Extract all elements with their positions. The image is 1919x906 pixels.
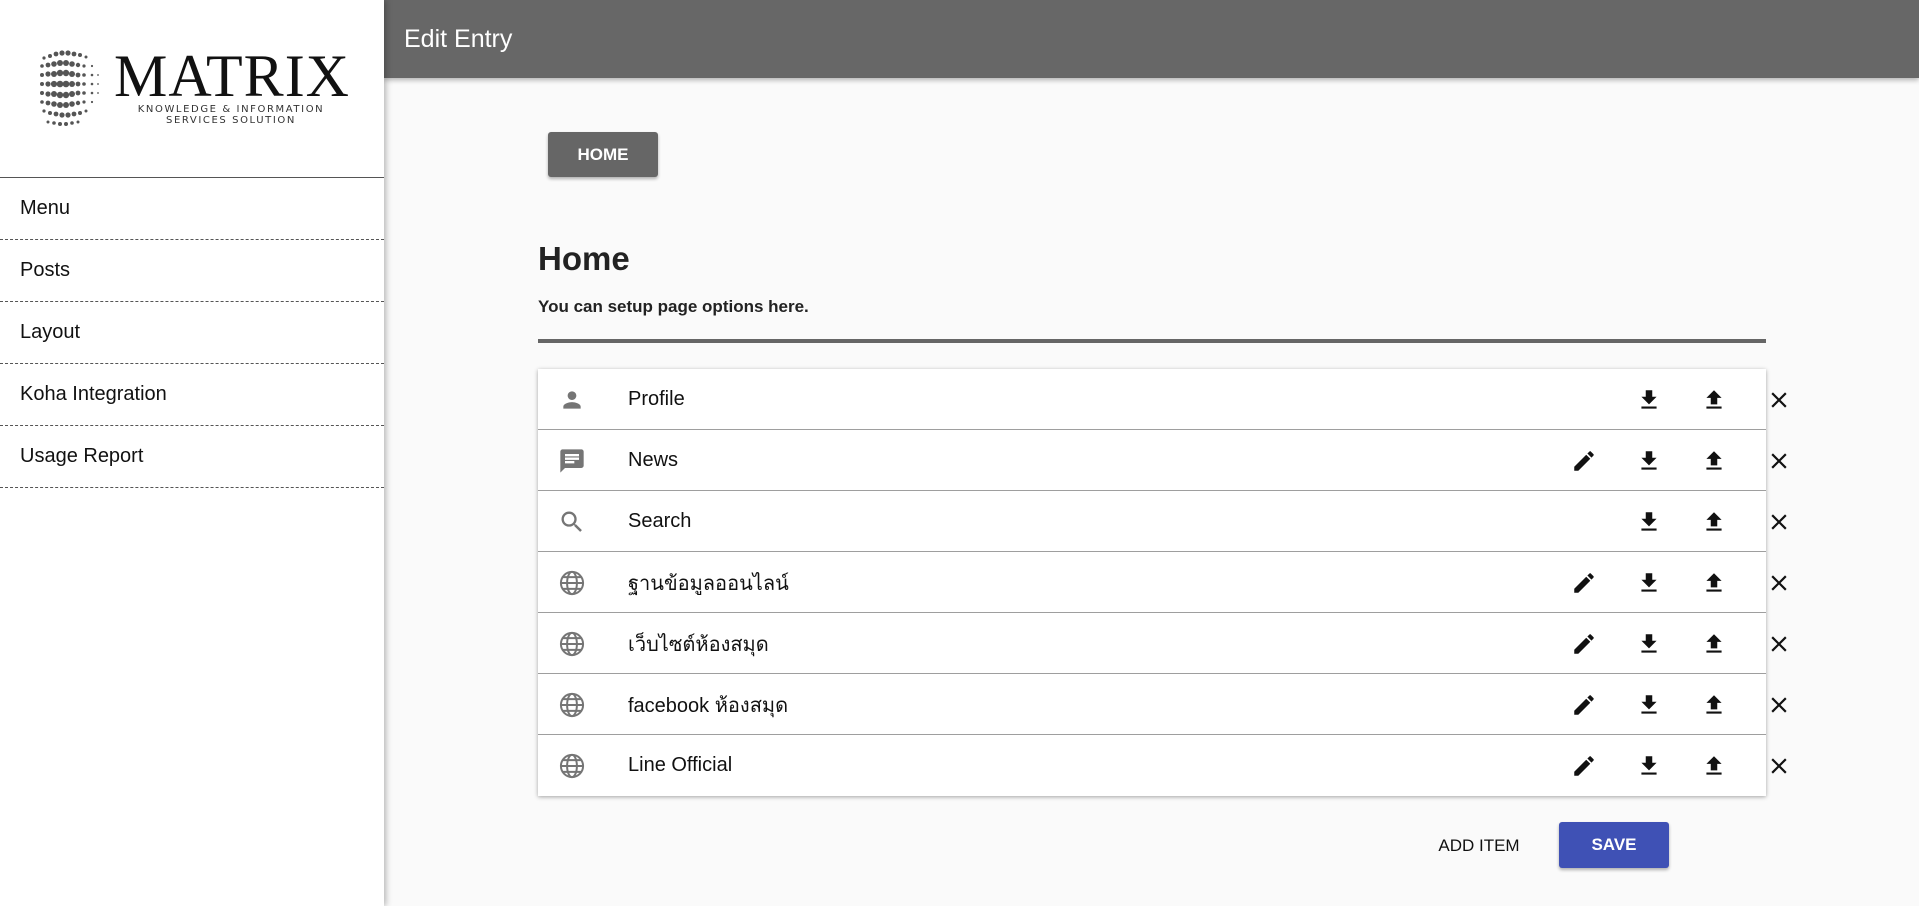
list-item-label: News [628,449,679,471]
sidebar-item-menu[interactable]: Menu [0,178,384,240]
move-down-icon[interactable] [1634,690,1664,720]
move-up-icon[interactable] [1699,690,1729,720]
delete-icon[interactable] [1764,568,1794,598]
delete-icon[interactable] [1764,629,1794,659]
logo-tagline-line-2: SERVICES SOLUTION [166,115,296,126]
delete-icon[interactable] [1764,507,1794,537]
sidebar-item-layout[interactable]: Layout [0,302,384,364]
move-down-icon[interactable] [1634,568,1664,598]
logo-tagline-line-1: KNOWLEDGE & INFORMATION [137,104,325,115]
add-item-button[interactable]: ADD ITEM [1424,823,1534,869]
list-item-label: ฐานข้อมูลออนไลน์ [628,572,789,595]
move-down-icon[interactable] [1634,446,1664,476]
logo-tagline: KNOWLEDGE & INFORMATION SERVICES SOLUTIO… [114,104,348,126]
main-content: HOME Home You can setup page options her… [384,78,1919,906]
list-item: Line Official [538,735,1787,796]
move-up-icon[interactable] [1699,507,1729,537]
save-button[interactable]: SAVE [1559,822,1669,868]
list-item: เว็บไซต์ห้องสมุด [538,613,1787,674]
delete-icon[interactable] [1764,751,1794,781]
move-down-icon[interactable] [1634,507,1664,537]
home-button[interactable]: HOME [548,132,658,177]
search-icon [558,508,586,536]
logo-dots-icon [40,50,99,126]
move-down-icon[interactable] [1634,629,1664,659]
edit-icon[interactable] [1569,751,1599,781]
sidebar-item-posts[interactable]: Posts [0,240,384,302]
edit-icon[interactable] [1569,446,1599,476]
list-item-label: Line Official [628,754,733,776]
list-item: News [538,430,1787,491]
divider [538,339,1766,343]
page-subtitle: You can setup page options here. [538,297,809,316]
delete-icon[interactable] [1764,690,1794,720]
move-up-icon[interactable] [1699,629,1729,659]
globe-icon [558,630,586,658]
list-item-label: เว็บไซต์ห้องสมุด [628,633,769,656]
globe-icon [558,569,586,597]
edit-icon[interactable] [1569,568,1599,598]
entry-list: Profile News Search ฐานข้อมูลออนไลน์ เว็… [538,369,1787,796]
list-item: Search [538,491,1787,552]
move-up-icon[interactable] [1699,751,1729,781]
move-up-icon[interactable] [1699,446,1729,476]
move-down-icon[interactable] [1634,751,1664,781]
header-title: Edit Entry [404,24,513,53]
edit-icon[interactable] [1569,629,1599,659]
delete-icon[interactable] [1764,446,1794,476]
list-item: ฐานข้อมูลออนไลน์ [538,552,1787,613]
move-up-icon[interactable] [1699,385,1729,415]
page-title: Home [538,240,630,277]
move-down-icon[interactable] [1634,385,1664,415]
logo-wordmark: MATRIX [114,43,351,109]
list-item: facebook ห้องสมุด [538,674,1787,735]
sidebar: MATRIX KNOWLEDGE & INFORMATION SERVICES … [0,0,384,906]
app-header: Edit Entry [384,0,1919,78]
list-item-label: Profile [628,388,685,410]
delete-icon[interactable] [1764,385,1794,415]
list-item-label: Search [628,510,692,532]
sidebar-nav: Menu Posts Layout Koha Integration Usage… [0,178,384,488]
globe-icon [558,752,586,780]
sidebar-item-usage-report[interactable]: Usage Report [0,426,384,488]
comment-icon [558,447,586,475]
list-item: Profile [538,369,1787,430]
edit-icon[interactable] [1569,690,1599,720]
person-icon [558,386,586,414]
logo: MATRIX KNOWLEDGE & INFORMATION SERVICES … [0,0,384,178]
globe-icon [558,691,586,719]
move-up-icon[interactable] [1699,568,1729,598]
list-item-label: facebook ห้องสมุด [628,694,789,717]
sidebar-item-koha-integration[interactable]: Koha Integration [0,364,384,426]
